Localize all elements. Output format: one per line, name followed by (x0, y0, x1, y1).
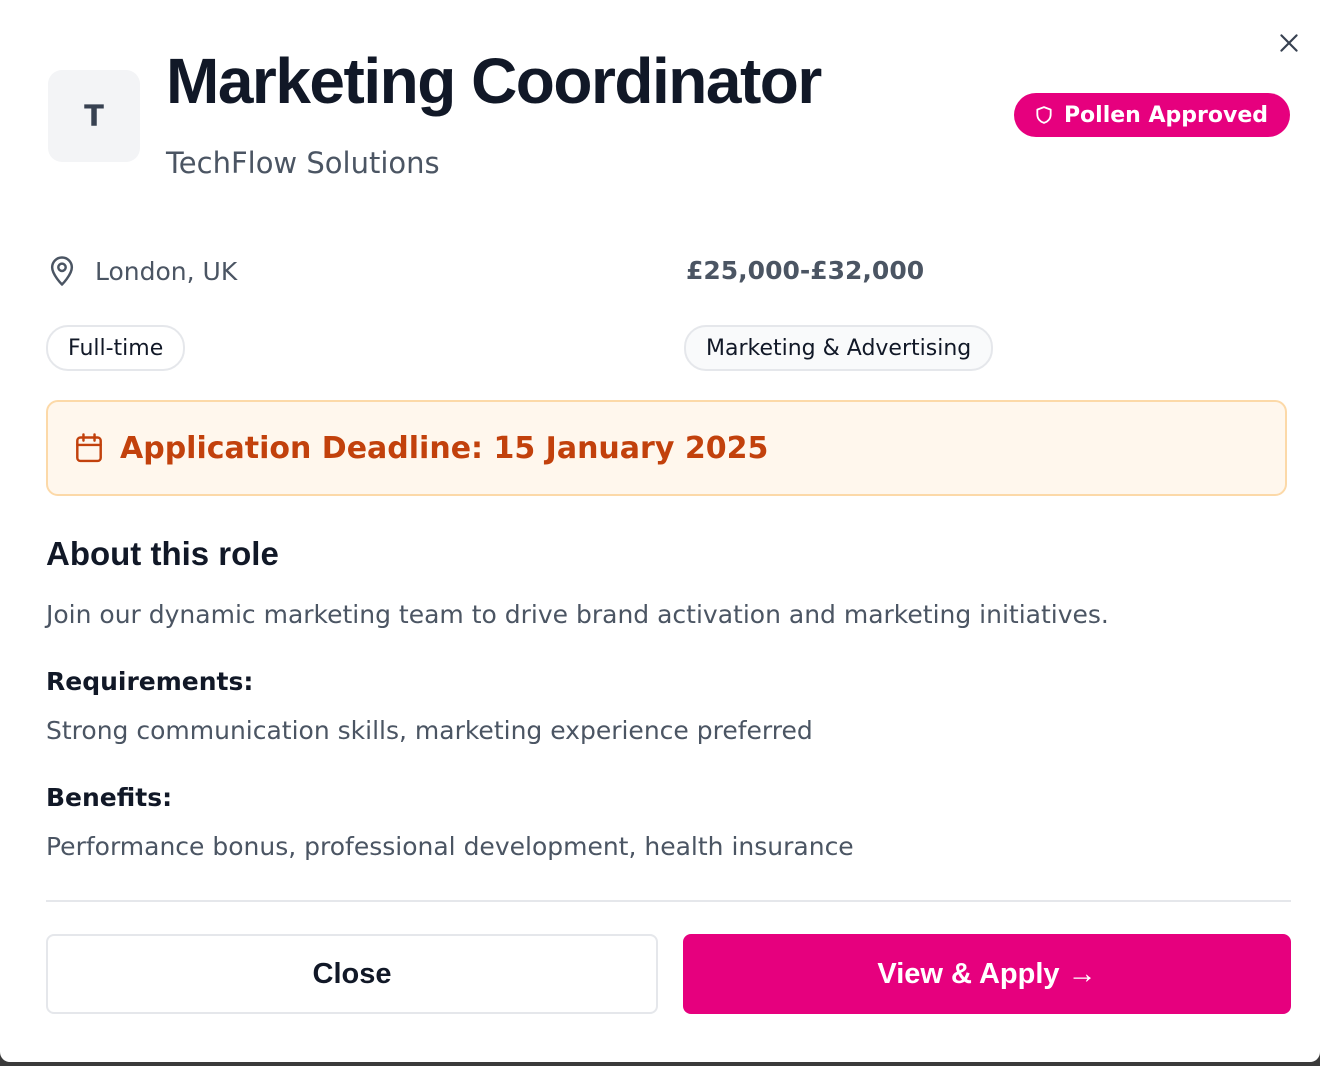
category-chip: Marketing & Advertising (684, 325, 994, 371)
close-button-label: Close (312, 957, 392, 990)
requirements-label: Requirements: (46, 667, 254, 696)
divider (46, 900, 1291, 902)
employment-type-chip: Full-time (46, 325, 186, 371)
application-deadline-banner: Application Deadline: 15 January 2025 (46, 400, 1287, 496)
location-text: London, UK (95, 256, 238, 286)
company-logo-letter: T (84, 99, 104, 133)
job-detail-modal: T Marketing Coordinator TechFlow Solutio… (0, 0, 1320, 1062)
map-pin-icon (50, 256, 74, 286)
view-apply-button-label: View & Apply → (877, 957, 1097, 990)
shield-icon (1036, 106, 1052, 124)
calendar-icon (76, 433, 102, 463)
pollen-approved-badge: Pollen Approved (1013, 93, 1290, 137)
benefits-text: Performance bonus, professional developm… (46, 832, 854, 861)
benefits-label: Benefits: (46, 783, 173, 812)
category-label: Marketing & Advertising (706, 335, 972, 361)
salary-range: £25,000-£32,000 (686, 256, 925, 285)
badge-label: Pollen Approved (1063, 102, 1268, 128)
role-description: Join our dynamic marketing team to drive… (46, 600, 1109, 629)
about-heading: About this role (46, 535, 279, 572)
close-icon[interactable] (1276, 30, 1302, 56)
view-apply-button[interactable]: View & Apply → (683, 934, 1291, 1014)
job-title: Marketing Coordinator (166, 45, 822, 117)
employment-type-label: Full-time (68, 335, 164, 361)
requirements-text: Strong communication skills, marketing e… (46, 716, 813, 745)
company-name: TechFlow Solutions (166, 146, 440, 180)
close-button[interactable]: Close (46, 934, 658, 1014)
job-location: London, UK (47, 255, 237, 287)
deadline-text: Application Deadline: 15 January 2025 (120, 430, 769, 466)
company-logo: T (48, 70, 140, 162)
